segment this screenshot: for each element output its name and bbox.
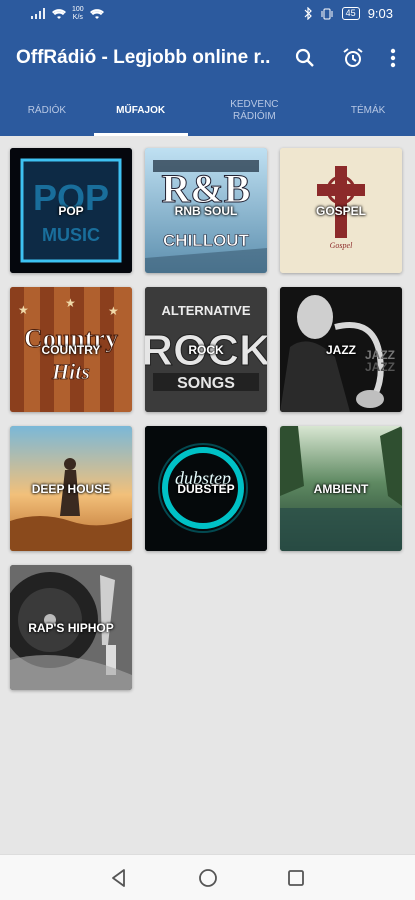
more-vert-icon[interactable] — [381, 46, 405, 70]
genre-tile-raps-hiphop[interactable]: RAP'S HIPHOP — [10, 565, 132, 690]
genre-label: RNB SOUL — [174, 203, 238, 218]
recents-icon[interactable] — [285, 867, 307, 889]
vibrate-icon — [321, 8, 333, 19]
home-icon[interactable] — [197, 867, 219, 889]
tab-bar: RÁDIÓK MŰFAJOK KEDVENC RÁDIÓIM TÉMÁK — [0, 86, 415, 136]
svg-text:★: ★ — [108, 304, 119, 318]
network-speed: 100 K/s — [72, 6, 84, 22]
genre-tile-rnb-soul[interactable]: R&B CHILLOUT RNB SOUL — [145, 148, 267, 273]
genre-label: DEEP HOUSE — [31, 481, 111, 496]
battery-indicator: 45 — [341, 7, 360, 20]
svg-text:JAZZ: JAZZ — [365, 360, 395, 374]
genre-label: DUBSTEP — [177, 481, 235, 496]
system-nav-bar — [0, 854, 415, 900]
speed-unit: K/s — [72, 14, 83, 21]
bluetooth-icon — [304, 7, 312, 20]
search-icon[interactable] — [293, 46, 317, 70]
wifi-icon — [52, 9, 66, 19]
app-title: OffRádió - Legjobb online r... — [16, 47, 271, 68]
tab-kedvenc-radioim[interactable]: KEDVENC RÁDIÓIM — [188, 86, 322, 136]
wifi-icon — [89, 9, 104, 19]
genre-label: POP — [58, 203, 84, 218]
genre-tile-pop[interactable]: POP MUSIC POP — [10, 148, 132, 273]
svg-text:★: ★ — [18, 303, 29, 317]
svg-text:MUSIC: MUSIC — [42, 225, 100, 245]
app-bar: OffRádió - Legjobb online r... — [0, 32, 415, 86]
genre-label: AMBIENT — [313, 481, 369, 496]
status-bar: 100 K/s 45 9:03 — [0, 0, 415, 32]
genre-tile-gospel[interactable]: Gospel GOSPEL — [280, 148, 402, 273]
genre-label: RAP'S HIPHOP — [28, 620, 114, 635]
alarm-icon[interactable] — [341, 46, 365, 70]
tab-radiok[interactable]: RÁDIÓK — [0, 86, 94, 136]
clock: 9:03 — [367, 6, 393, 21]
genre-label: JAZZ — [326, 342, 356, 357]
genre-grid: POP MUSIC POP R&B CHILLOUT RNB SOUL Gosp… — [10, 148, 406, 690]
genre-label: GOSPEL — [315, 203, 366, 218]
genre-tile-jazz[interactable]: JAZZ JAZZ JAZZ — [280, 287, 402, 412]
signal-icon — [31, 8, 45, 19]
svg-text:SONGS: SONGS — [177, 375, 235, 392]
speed-value: 100 — [72, 6, 84, 13]
genre-tile-deep-house[interactable]: DEEP HOUSE — [10, 426, 132, 551]
genre-label: COUNTRY — [41, 342, 101, 357]
svg-text:Hits: Hits — [51, 359, 90, 384]
svg-text:CHILLOUT: CHILLOUT — [163, 231, 250, 250]
svg-text:Gospel: Gospel — [330, 241, 353, 250]
svg-text:★: ★ — [65, 296, 76, 310]
genre-tile-dubstep[interactable]: dubstep DUBSTEP — [145, 426, 267, 551]
tab-temak[interactable]: TÉMÁK — [321, 86, 415, 136]
genre-label: ROCK — [188, 342, 224, 357]
genre-tile-rock[interactable]: ALTERNATIVE ROCK SONGS ROCK — [145, 287, 267, 412]
back-icon[interactable] — [108, 867, 130, 889]
genre-tile-country[interactable]: ★ ★ ★ Country Hits COUNTRY — [10, 287, 132, 412]
svg-text:ALTERNATIVE: ALTERNATIVE — [161, 303, 250, 318]
genre-tile-ambient[interactable]: AMBIENT — [280, 426, 402, 551]
tab-mufajok[interactable]: MŰFAJOK — [93, 86, 188, 136]
